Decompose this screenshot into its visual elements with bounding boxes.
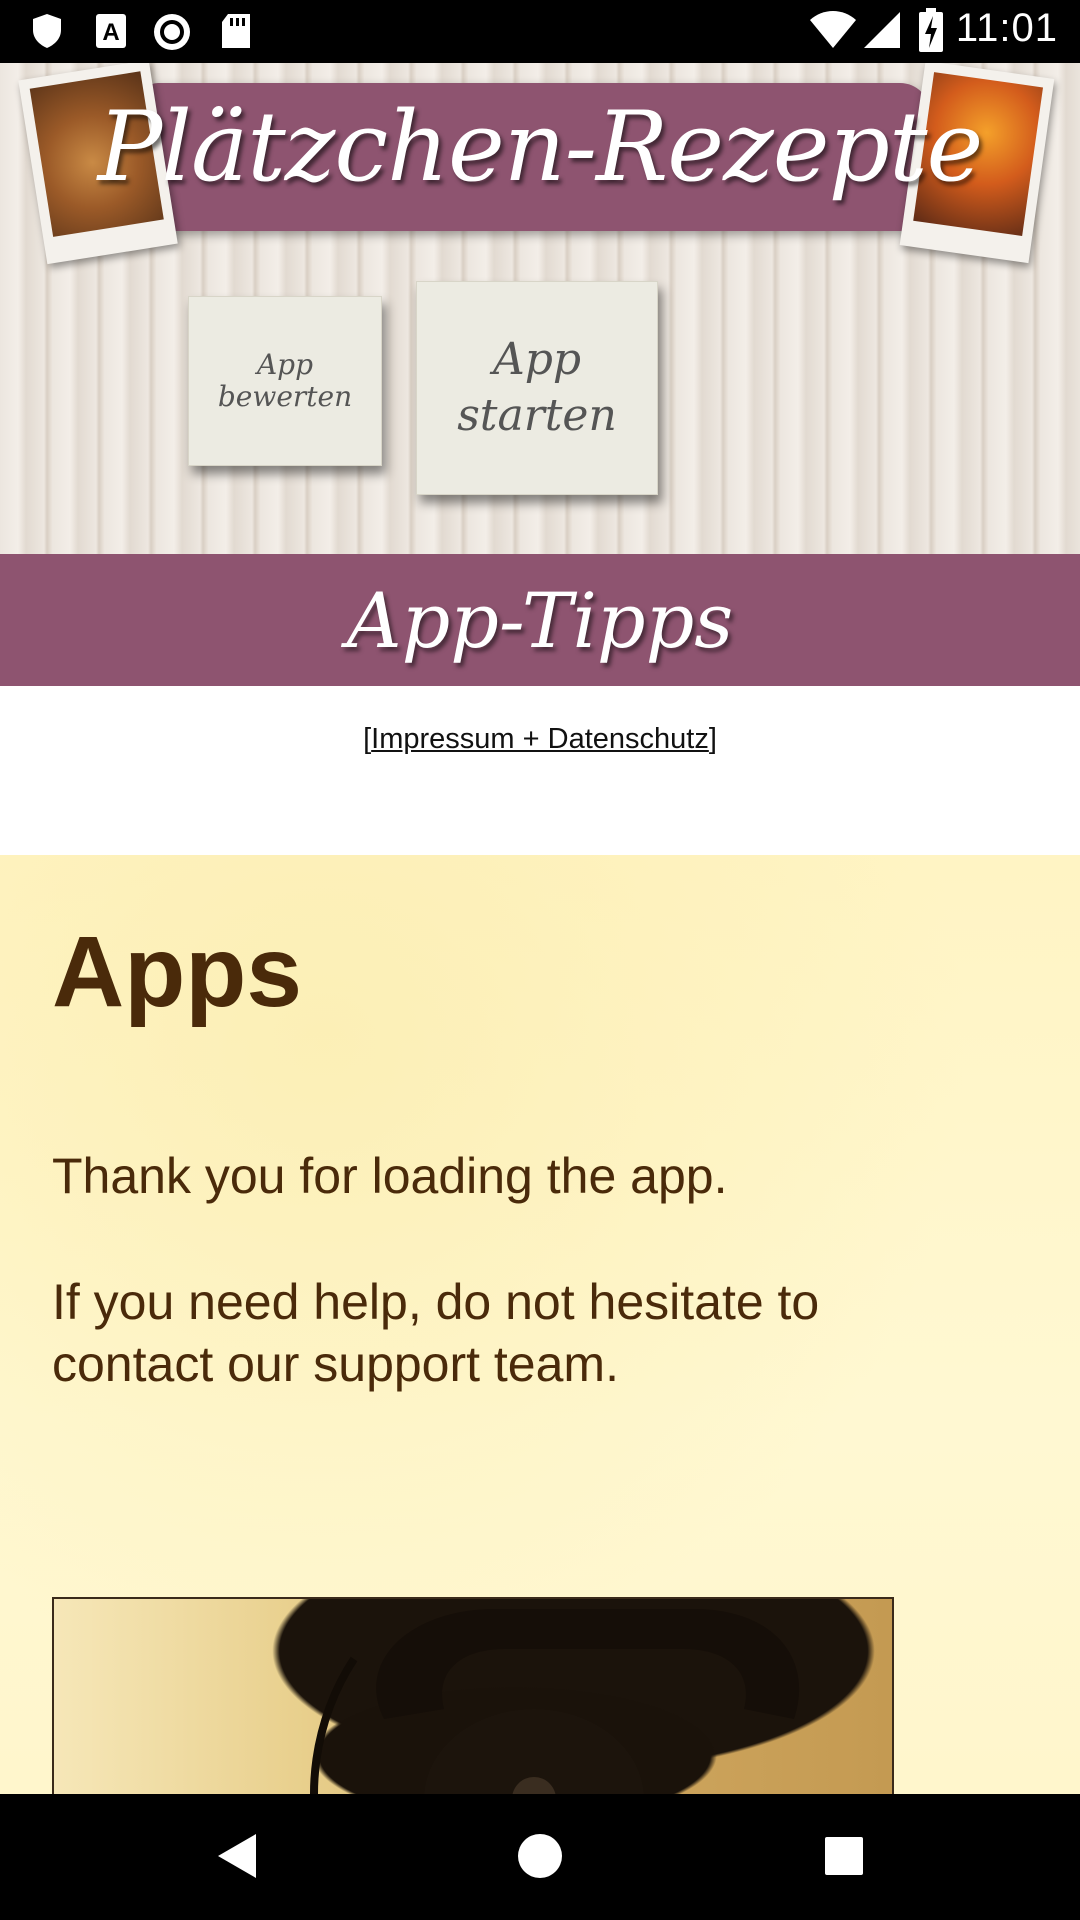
signal-icon [864,12,900,48]
shield-icon [33,14,61,48]
svg-text:A: A [102,19,119,46]
battery-charging-icon [919,8,943,52]
thank-you-text: Thank you for loading the app. [52,1148,728,1204]
status-bar: A 11:01 [0,0,1080,63]
record-icon [154,14,190,50]
apps-heading: Apps [52,916,302,1028]
bracket-close: ] [708,723,717,755]
font-a-icon: A [96,14,126,48]
sd-card-icon [222,14,250,48]
bracket-open: [ [363,723,372,755]
start-app-label: App starten [457,334,617,441]
wifi-icon [810,11,856,48]
web-content: Plätzchen-Rezepte App bewerten App start… [0,63,1080,1794]
navigation-bar [0,1794,1080,1920]
clock-time: 11:01 [955,6,1058,50]
app-tips-title: App-Tipps [346,575,734,665]
rate-app-label: App bewerten [217,348,353,413]
impressum-link[interactable]: Impressum + Datenschutz [371,723,709,755]
home-icon[interactable] [514,1830,566,1882]
support-text: If you need help, do not hesitate to con… [52,1274,820,1392]
start-app-button[interactable]: App starten [416,281,658,495]
app-tips-bar[interactable]: App-Tipps [0,554,1080,686]
impressum-row: [Impressum + Datenschutz] [0,723,1080,756]
telephone-image [52,1597,894,1794]
recents-icon[interactable] [818,1830,870,1882]
app-title: Plätzchen-Rezepte [97,91,984,203]
rate-app-button[interactable]: App bewerten [188,296,382,466]
apps-section: Apps Thank you for loading the app. If y… [0,855,1080,1794]
back-icon[interactable] [210,1830,262,1882]
header-banner: Plätzchen-Rezepte App bewerten App start… [0,63,1080,554]
